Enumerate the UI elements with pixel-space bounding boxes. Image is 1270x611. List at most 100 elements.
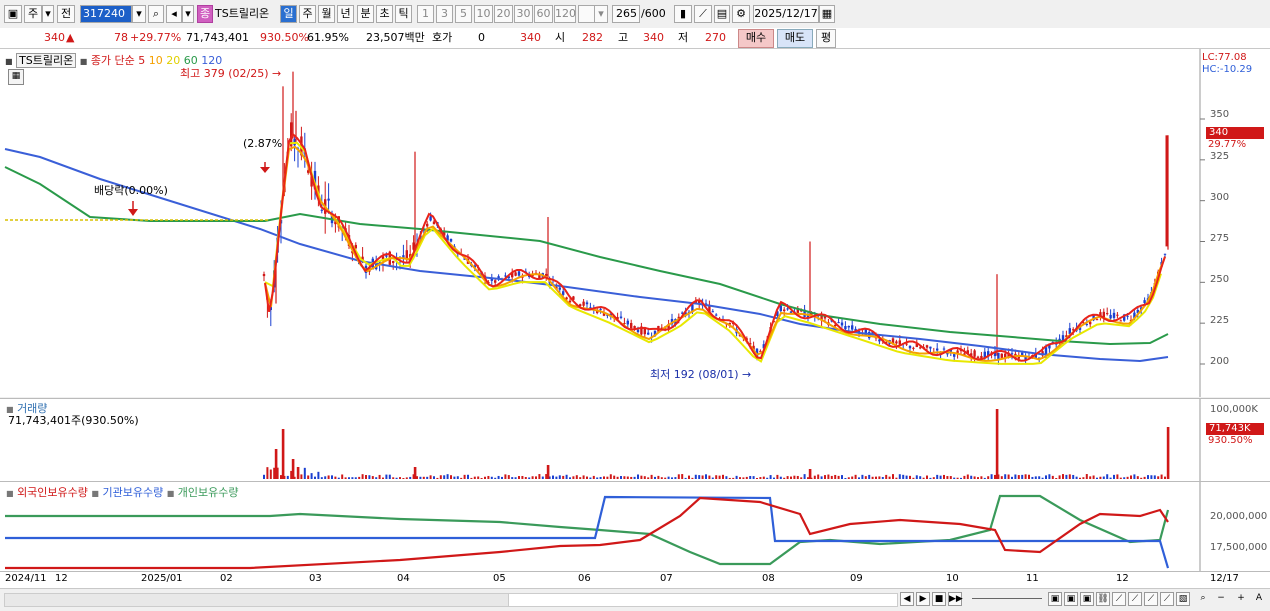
tool-icon[interactable]: ⟋ bbox=[1128, 592, 1142, 606]
ma-label: 종가 단순 bbox=[90, 54, 135, 67]
volume-bar bbox=[337, 477, 340, 479]
chevron-down-icon[interactable]: ▾ bbox=[42, 5, 54, 23]
volume-bar bbox=[895, 477, 898, 479]
search-icon[interactable]: ⌕ bbox=[148, 5, 164, 23]
interval-1[interactable]: 1 bbox=[417, 5, 434, 23]
play-icon[interactable]: ▶ bbox=[916, 592, 930, 606]
candle-icon[interactable]: ▮ bbox=[674, 5, 692, 23]
window-icon[interactable]: ▣ bbox=[4, 5, 22, 23]
candle-body bbox=[976, 356, 980, 358]
zoom-fit-icon[interactable]: ▣ bbox=[1048, 592, 1062, 606]
table-icon[interactable]: ▦ bbox=[8, 69, 24, 85]
volume-bar bbox=[501, 476, 503, 479]
volume-bar bbox=[514, 477, 517, 479]
chevron-down-icon[interactable]: ▾ bbox=[594, 5, 608, 23]
scroll-track[interactable] bbox=[4, 593, 510, 607]
play-back-icon[interactable]: ◀ bbox=[900, 592, 914, 606]
tool-icon[interactable]: ▧ bbox=[1176, 592, 1190, 606]
buy-button[interactable]: 매수 bbox=[738, 29, 774, 48]
interval-120[interactable]: 120 bbox=[554, 5, 576, 23]
holder-y-tick: 17,500,000 bbox=[1210, 542, 1268, 553]
period-day-button[interactable]: 일 bbox=[280, 5, 297, 23]
draw-icon[interactable]: ⟋ bbox=[694, 5, 712, 23]
tool-icon[interactable]: ⟋ bbox=[1112, 592, 1126, 606]
volume-bar bbox=[395, 477, 398, 479]
volume-bar bbox=[1116, 474, 1119, 479]
count-input[interactable]: 265 bbox=[612, 5, 640, 23]
interval-20[interactable]: 20 bbox=[494, 5, 513, 23]
link-icon[interactable]: ⛓ bbox=[1096, 592, 1110, 606]
volume-bar bbox=[535, 476, 537, 479]
speaker-icon[interactable]: ◂ bbox=[166, 5, 182, 23]
interval-30[interactable]: 30 bbox=[514, 5, 533, 23]
x-label: 02 bbox=[220, 573, 233, 584]
volume-pct-flag: 930.50% bbox=[1208, 435, 1253, 446]
plus-icon[interactable]: + bbox=[1234, 592, 1248, 606]
font-size-icon[interactable]: A bbox=[1252, 592, 1266, 606]
volume-bar bbox=[439, 475, 442, 479]
volume-bar bbox=[759, 477, 762, 479]
volume-bar bbox=[966, 474, 969, 479]
price-chart[interactable] bbox=[0, 49, 1270, 397]
tool-icon[interactable]: ⟋ bbox=[1160, 592, 1174, 606]
period-week-button[interactable]: 주 bbox=[24, 5, 42, 23]
period-tick-tab[interactable]: 틱 bbox=[395, 5, 412, 23]
zoom-slider[interactable] bbox=[972, 598, 1042, 599]
calendar-icon[interactable]: ▦ bbox=[819, 5, 835, 23]
stop-icon[interactable]: ■ bbox=[932, 592, 946, 606]
period-second-tab[interactable]: 초 bbox=[376, 5, 393, 23]
volume-bar bbox=[871, 476, 874, 479]
volume-bar bbox=[980, 476, 983, 479]
date-input[interactable]: 2025/12/17 bbox=[753, 5, 819, 23]
zoom-area-icon[interactable]: ▣ bbox=[1080, 592, 1094, 606]
volume-bar bbox=[324, 476, 327, 479]
volume-bar bbox=[664, 477, 667, 479]
volume-bar bbox=[1147, 475, 1149, 479]
candle-body bbox=[514, 272, 517, 276]
fast-forward-icon[interactable]: ▶▶ bbox=[948, 592, 963, 606]
save-icon[interactable]: ▤ bbox=[714, 5, 730, 23]
volume-bar bbox=[844, 477, 847, 479]
candle-body bbox=[1010, 353, 1014, 355]
ma-120-line bbox=[4, 148, 1169, 363]
volume-bar bbox=[684, 477, 687, 479]
interval-60[interactable]: 60 bbox=[534, 5, 553, 23]
period-all-button[interactable]: 전 bbox=[57, 5, 75, 23]
volume-chart[interactable] bbox=[0, 399, 1270, 481]
minus-icon[interactable]: − bbox=[1214, 592, 1228, 606]
ma-10-line bbox=[264, 145, 1166, 362]
interval-10[interactable]: 10 bbox=[474, 5, 493, 23]
candle-body bbox=[1085, 324, 1088, 326]
volume-bar bbox=[1058, 475, 1061, 479]
period-minute-tab[interactable]: 분 bbox=[357, 5, 374, 23]
turnover-pct: 61.95% bbox=[307, 31, 349, 44]
volume-bar bbox=[698, 475, 701, 479]
eval-button[interactable]: 평 bbox=[816, 29, 836, 48]
chevron-down-icon[interactable]: ▾ bbox=[182, 5, 194, 23]
volume-bar bbox=[375, 477, 378, 479]
dividend-note: 배당락(0.00%) bbox=[94, 184, 168, 197]
volume-bar bbox=[912, 477, 915, 479]
interval-3[interactable]: 3 bbox=[436, 5, 453, 23]
volume-bar bbox=[725, 476, 728, 479]
zoom-box-icon[interactable]: ▣ bbox=[1064, 592, 1078, 606]
code-input[interactable]: 317240 bbox=[80, 5, 132, 23]
volume-bar bbox=[616, 476, 619, 479]
candle-body bbox=[908, 345, 912, 349]
scroll-thumb[interactable] bbox=[508, 593, 898, 607]
y-tick: 200 bbox=[1210, 356, 1230, 367]
code-dropdown-icon[interactable]: ▾ bbox=[132, 5, 146, 23]
volume-bar bbox=[507, 475, 510, 479]
volume-bar bbox=[1099, 476, 1102, 479]
zoom-search-icon[interactable]: ⌕ bbox=[1196, 592, 1210, 606]
period-month-tab[interactable]: 월 bbox=[318, 5, 335, 23]
volume-bar bbox=[851, 476, 854, 479]
interval-5[interactable]: 5 bbox=[455, 5, 472, 23]
candle-body bbox=[562, 291, 565, 295]
gear-icon[interactable]: ⚙ bbox=[732, 5, 750, 23]
candle-body bbox=[1095, 319, 1099, 321]
period-year-tab[interactable]: 년 bbox=[337, 5, 354, 23]
sell-button[interactable]: 매도 bbox=[777, 29, 813, 48]
period-week-tab[interactable]: 주 bbox=[299, 5, 316, 23]
tool-icon[interactable]: ⟋ bbox=[1144, 592, 1158, 606]
